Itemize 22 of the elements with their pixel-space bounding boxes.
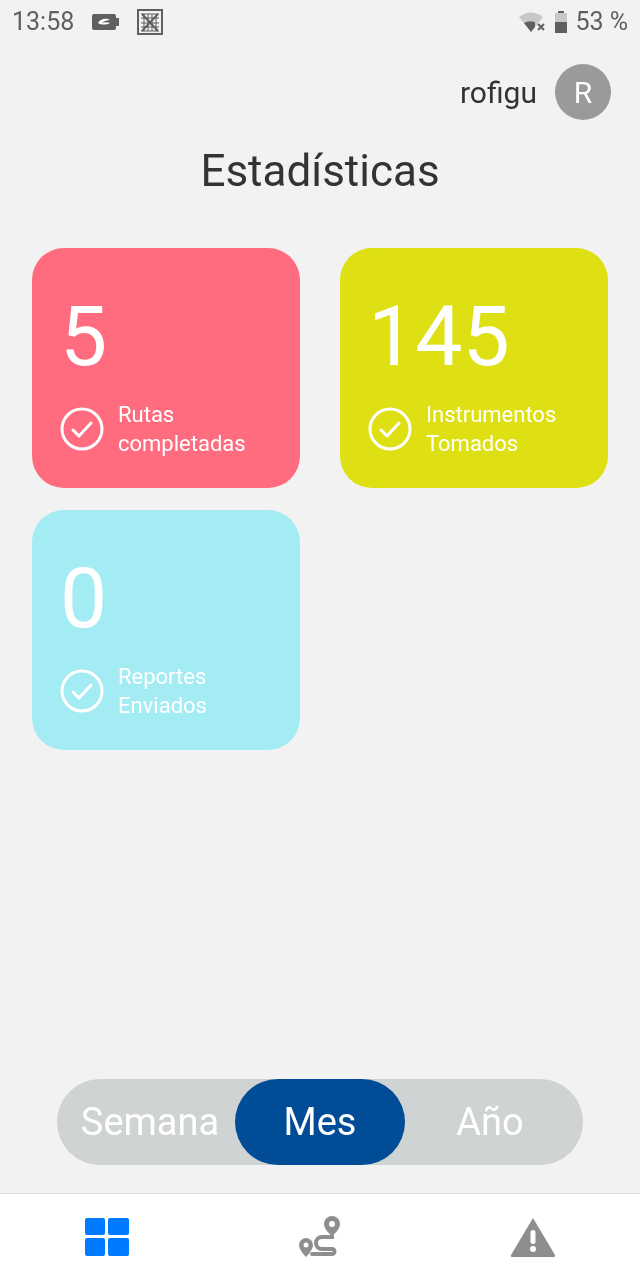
warning-icon — [509, 1216, 558, 1258]
battery-saver-icon — [92, 14, 120, 30]
battery-percentage: 53 % — [575, 6, 628, 39]
check-circle-icon — [60, 407, 104, 451]
stat-value: 0 — [60, 554, 108, 644]
page-title: Estadísticas — [199, 144, 441, 199]
stat-label: Instrumentos Tomados — [426, 401, 557, 458]
username: rofigu — [460, 73, 537, 112]
check-circle-icon — [60, 669, 104, 713]
keyboard-icon — [137, 9, 164, 35]
stat-value: 145 — [368, 292, 510, 382]
stat-label: Reportes Enviados — [118, 663, 207, 720]
route-icon — [298, 1216, 342, 1258]
status-time: 13:58 — [12, 6, 75, 39]
check-circle-icon — [368, 407, 412, 451]
period-tab[interactable]: Mes — [235, 1079, 405, 1165]
stat-label: Rutas completadas — [118, 401, 246, 458]
grid-icon — [84, 1218, 129, 1256]
stat-value: 5 — [60, 292, 108, 382]
wifi-off-icon — [519, 12, 548, 32]
user-avatar[interactable]: R — [555, 64, 611, 120]
battery-icon — [555, 11, 568, 33]
